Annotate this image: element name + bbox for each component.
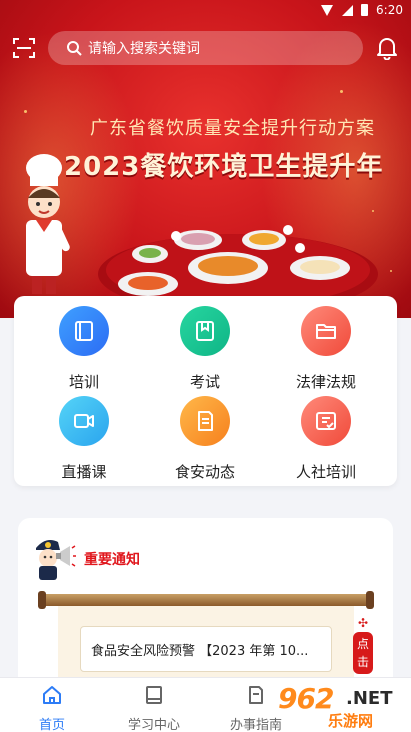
folder-icon [301,306,351,356]
watermark-logo: 962 .NET 乐游网 [272,680,408,730]
notice-title: 重要通知 [84,552,140,568]
menu-item-label: 直播课 [61,463,107,481]
watermark-suffix: .NET [346,688,393,709]
signal-icon [342,4,354,16]
bell-icon[interactable] [374,34,400,60]
scroll-cap-right [366,591,374,609]
video-camera-icon [59,396,109,446]
certificate-icon [301,396,351,446]
menu-item-training[interactable]: 培训 [34,306,134,392]
book-icon [146,686,162,704]
menu-item-food-safety-news[interactable]: 食安动态 [155,396,255,482]
menu-item-label: 人社培训 [295,463,356,481]
menu-item-laws[interactable]: 法律法规 [276,306,376,392]
menu-item-label: 培训 [68,373,99,391]
click-tag[interactable]: ✣ 点击 [352,616,374,674]
menu-item-label: 食安动态 [174,463,235,481]
nav-label: 学习中心 [127,718,180,732]
home-icon [43,686,61,704]
notice-item[interactable]: 食品安全风险预警 【2023 年第 10... [80,626,332,672]
wifi-icon [321,4,334,16]
hero-banner[interactable]: 6:20 请输入搜索关键词 广东省餐饮质量安全提升行动方案 2023餐饮环境卫生… [0,0,411,318]
status-time: 6:20 [376,3,403,17]
document-icon [180,396,230,446]
search-input[interactable]: 请输入搜索关键词 [48,31,363,65]
chef-illustration [26,154,70,294]
sparkle [390,270,392,272]
banner-subtitle: 广东省餐饮质量安全提升行动方案 [90,118,375,139]
sparkle [340,90,343,93]
exam-book-icon [180,306,230,356]
document-icon [249,686,263,704]
nav-learning-center[interactable]: 学习中心 [109,684,199,732]
watermark-number: 962 [278,682,334,715]
battery-icon [361,4,369,16]
status-bar: 6:20 [0,0,411,22]
menu-item-live-class[interactable]: 直播课 [34,396,134,482]
nav-home[interactable]: 首页 [7,684,97,732]
watermark-text: 乐游网 [328,712,374,730]
chinese-knot-icon: ✣ [357,616,369,630]
menu-item-label: 考试 [189,373,220,391]
scroll-rod [38,591,374,609]
click-tag-label: 点击 [353,632,373,674]
search-placeholder: 请输入搜索关键词 [88,41,200,57]
book-icon [59,306,109,356]
banner-title: 2023餐饮环境卫生提升年 [64,152,384,182]
scroll-cap-left [38,591,46,609]
search-icon [67,41,82,56]
menu-item-label: 法律法规 [295,373,356,391]
sparkle [24,110,27,113]
nav-label: 首页 [38,718,65,732]
scan-icon[interactable] [12,36,36,60]
menu-item-hr-training[interactable]: 人社培训 [276,396,376,482]
menu-item-exam[interactable]: 考试 [155,306,255,392]
police-mascot-icon [36,540,76,580]
feature-menu: 培训 考试 法律法规 直播课 食安动态 人社培训 [14,296,397,486]
